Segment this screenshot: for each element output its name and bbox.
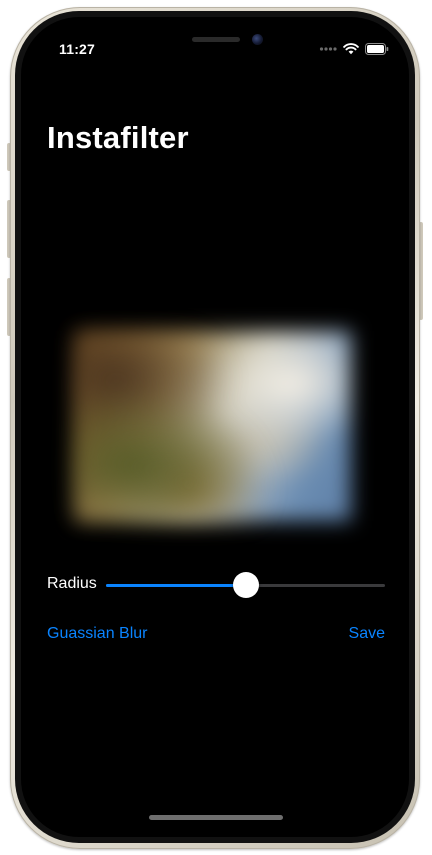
radius-slider[interactable]: [106, 572, 385, 598]
slider-thumb[interactable]: [232, 572, 259, 598]
change-filter-button[interactable]: Guassian Blur: [47, 625, 148, 643]
front-camera: [252, 34, 263, 45]
status-time: 11:27: [59, 41, 96, 57]
earpiece-speaker: [192, 37, 240, 42]
app-screen: 11:27 Instafilter Radius Guassian Blur S…: [21, 17, 409, 837]
slider-fill: [106, 584, 246, 587]
status-icons: [319, 43, 389, 55]
radius-control-row: Radius: [47, 572, 385, 598]
page-title: Instafilter: [47, 120, 189, 155]
filtered-image[interactable]: [63, 319, 363, 533]
radius-label: Radius: [47, 575, 97, 592]
save-button[interactable]: Save: [349, 625, 385, 643]
wifi-icon: [343, 43, 359, 55]
signal-dots-icon: [319, 47, 337, 51]
home-indicator[interactable]: [149, 815, 283, 820]
device-stage: 11:27 Instafilter Radius Guassian Blur S…: [0, 0, 432, 855]
battery-icon: [365, 43, 389, 55]
image-shading: [75, 331, 351, 521]
